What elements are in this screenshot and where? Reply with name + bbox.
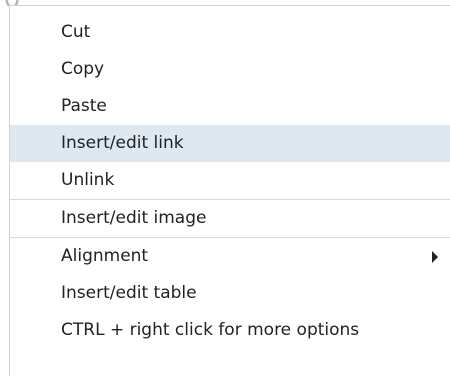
menu-item-label: Paste <box>61 96 107 116</box>
menu-item-label: Insert/edit image <box>61 208 207 228</box>
menu-item-more-options-hint[interactable]: CTRL + right click for more options <box>10 312 450 349</box>
menu-item-insert-edit-table[interactable]: Insert/edit table <box>10 275 450 312</box>
menu-item-label: Alignment <box>61 246 149 266</box>
menu-item-label: Insert/edit link <box>61 133 184 153</box>
context-menu: Cut Copy Paste Insert/edit link Unlink I… <box>9 5 450 376</box>
menu-item-paste[interactable]: Paste <box>10 88 450 125</box>
menu-item-label: Copy <box>61 59 105 79</box>
menu-item-cut[interactable]: Cut <box>10 14 450 51</box>
menu-item-label: Cut <box>61 22 91 42</box>
menu-item-label: Unlink <box>61 170 115 190</box>
menu-item-insert-edit-image[interactable]: Insert/edit image <box>10 200 450 237</box>
menu-item-label: CTRL + right click for more options <box>61 320 360 340</box>
menu-item-copy[interactable]: Copy <box>10 51 450 88</box>
submenu-arrow-icon <box>432 250 438 263</box>
menu-item-label: Insert/edit table <box>61 283 197 303</box>
menu-item-alignment[interactable]: Alignment <box>10 238 450 275</box>
menu-item-insert-edit-link[interactable]: Insert/edit link <box>10 125 450 162</box>
menu-item-unlink[interactable]: Unlink <box>10 162 450 199</box>
